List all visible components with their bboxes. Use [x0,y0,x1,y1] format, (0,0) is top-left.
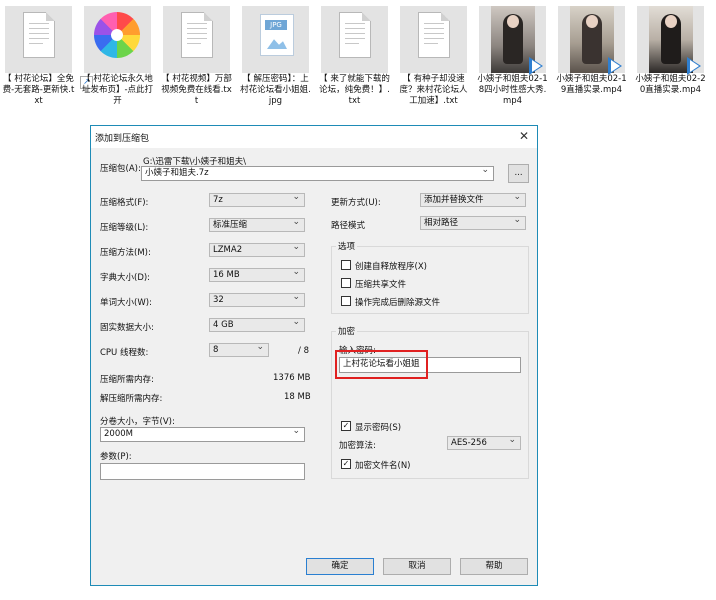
threads-label: CPU 线程数: [100,348,149,358]
video-thumbnail [491,6,543,75]
show-password-label: 显示密码(S) [355,423,402,433]
text-file-icon [23,12,55,58]
file-item[interactable]: ↗ 【 村花论坛永久地址发布页】-点此打开 [80,3,154,113]
file-name: 【 有种子却没速度？来村花论坛人工加速】.txt [399,74,468,106]
decompress-memory-label: 解压缩所需内存: [100,394,163,404]
path-mode-label: 路径模式 [331,221,366,231]
file-thumbnail [400,6,467,73]
delete-after-label: 操作完成后删除源文件 [355,298,441,308]
file-name: 小姨子和姐夫02-19直播实录.mp4 [556,74,627,95]
file-item[interactable]: 【 有种子却没速度？来村花论坛人工加速】.txt [397,3,470,113]
text-file-icon [339,12,371,58]
sfx-label: 创建自释放程序(X) [355,262,427,272]
cancel-button[interactable]: 取消 [383,558,451,575]
file-thumbnail: ↗ [80,6,151,89]
file-item[interactable]: 小姨子和姐夫02-20直播实录.mp4 [634,3,707,113]
delete-after-checkbox[interactable] [341,296,351,306]
file-item[interactable]: 小姨子和姐夫02-18四小时性感大秀.mp4 [476,3,549,113]
level-select[interactable]: 标准压缩 [209,216,305,232]
method-label: 压缩方法(M): [100,248,151,258]
file-name: 【 村花视频】万部视频免费在线看.txt [161,74,232,106]
file-thumbnail [637,6,704,75]
update-mode-label: 更新方式(U): [331,198,381,208]
dialog-titlebar[interactable]: 添加到压缩包 ✕ [91,126,537,148]
file-name: 【 来了就能下载的论坛，纯免费！】.txt [319,74,390,106]
shared-files-checkbox[interactable] [341,278,351,288]
file-browser-strip: 【 村花论坛】全免费-无套路-更新快.txt ↗ 【 村花论坛永久地址发布页】-… [0,0,716,118]
threads-max: / 8 [298,346,309,356]
password-highlight-box [335,350,428,379]
file-thumbnail [558,6,625,75]
compress-memory-label: 压缩所需内存: [100,375,154,385]
encryption-title: 加密 [336,325,358,337]
format-label: 压缩格式(F): [100,198,149,208]
parameters-label: 参数(P): [100,452,132,462]
solid-block-label: 固实数据大小: [100,323,154,333]
compress-memory-value: 1376 MB [273,373,311,383]
file-name: 小姨子和姐夫02-18四小时性感大秀.mp4 [477,74,548,106]
solid-block-select[interactable]: 4 GB [209,316,305,332]
path-mode-select[interactable]: 相对路径 [420,214,526,230]
file-item[interactable]: 【 来了就能下载的论坛，纯免费！】.txt [318,3,391,113]
update-mode-select[interactable]: 添加并替换文件 [420,191,526,207]
file-thumbnail: JPG [242,6,309,73]
close-icon[interactable]: ✕ [519,129,529,143]
encrypt-filenames-checkbox[interactable]: ✓ [341,459,351,469]
text-file-icon [181,12,213,58]
file-thumbnail [163,6,230,73]
file-thumbnail [321,6,388,73]
encrypt-filenames-label: 加密文件名(N) [355,461,411,471]
level-label: 压缩等级(L): [100,223,149,233]
file-name: 【 村花论坛】全免费-无套路-更新快.txt [2,74,75,106]
dictionary-select[interactable]: 16 MB [209,266,305,282]
dictionary-label: 字典大小(D): [100,273,151,283]
threads-select[interactable]: 8 [209,341,269,357]
options-title: 选项 [336,240,358,252]
file-thumbnail [5,6,72,73]
sfx-checkbox[interactable] [341,260,351,270]
format-select[interactable]: 7z [209,191,305,207]
word-size-label: 单词大小(W): [100,298,152,308]
split-size-label: 分卷大小，字节(V): [100,417,175,427]
help-button[interactable]: 帮助 [460,558,528,575]
text-file-icon [418,12,450,58]
file-type-badge: JPG [265,20,287,30]
show-password-checkbox[interactable]: ✓ [341,421,351,431]
file-item[interactable]: 【 村花论坛】全免费-无套路-更新快.txt [2,3,75,113]
file-item[interactable]: 【 村花视频】万部视频免费在线看.txt [160,3,233,113]
shared-files-label: 压缩共享文件 [355,280,407,290]
image-file-icon: JPG [260,14,294,56]
browse-button[interactable]: ... [508,164,529,183]
parameters-input[interactable] [100,463,305,480]
video-thumbnail [570,6,622,75]
archive-label: 压缩包(A): [100,164,141,174]
file-name: 小姨子和姐夫02-20直播实录.mp4 [635,74,706,95]
file-name: 【 解压密码】：上村花论坛看小姐姐.jpg [240,74,311,106]
dialog-title: 添加到压缩包 [95,134,150,144]
ok-button[interactable]: 确定 [306,558,374,575]
file-item[interactable]: 小姨子和姐夫02-19直播实录.mp4 [555,3,628,113]
encryption-method-label: 加密算法: [339,441,376,451]
decompress-memory-value: 18 MB [284,392,311,402]
video-thumbnail [649,6,701,75]
split-size-combo[interactable]: 2000M [100,425,305,442]
add-to-archive-dialog: 添加到压缩包 ✕ 压缩包(A): G:\迅雷下载\小姨子和姐夫\ 小姨子和姐夫.… [90,125,538,586]
file-name: 【 村花论坛永久地址发布页】-点此打开 [81,74,154,106]
word-size-select[interactable]: 32 [209,291,305,307]
file-thumbnail [479,6,546,75]
method-select[interactable]: LZMA2 [209,241,305,257]
encryption-method-select[interactable]: AES-256 [447,434,521,450]
archive-name-combo[interactable]: 小姨子和姐夫.7z [141,164,494,181]
file-item[interactable]: JPG 【 解压密码】：上村花论坛看小姐姐.jpg [239,3,312,113]
pinwheel-icon [94,12,140,58]
